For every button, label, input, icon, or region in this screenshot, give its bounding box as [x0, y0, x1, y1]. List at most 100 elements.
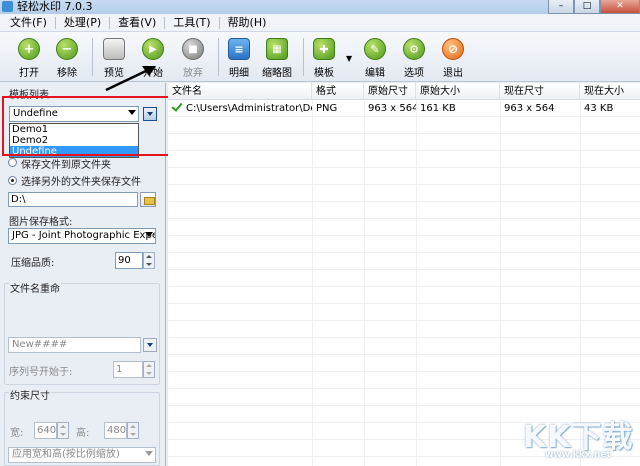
seq-start-label: 序列号开始于:: [9, 367, 73, 378]
remove-button[interactable]: − 移除: [56, 35, 78, 79]
format-label: 图片保存格式:: [9, 217, 73, 228]
stop-icon: ■: [182, 38, 204, 60]
detail-view-button[interactable]: ≡ 明细: [228, 35, 250, 79]
rename-pattern-dropdown[interactable]: [143, 338, 157, 352]
rename-title: 文件名重命: [9, 280, 61, 295]
quality-label: 压缩品质:: [11, 258, 55, 269]
save-other-label: 选择另外的文件夹保存文件: [21, 177, 141, 188]
thumbnail-view-button[interactable]: ▦ 缩略图: [262, 35, 292, 79]
annotation-arrow: [105, 66, 156, 92]
maximize-button[interactable]: □: [574, 0, 600, 14]
rename-pattern-select[interactable]: New####: [8, 337, 141, 353]
menu-view[interactable]: 查看(V): [112, 14, 162, 32]
options-button[interactable]: ⚙ 选项: [403, 35, 425, 79]
column-header-format[interactable]: 格式: [312, 83, 364, 100]
check-icon: [172, 103, 183, 112]
grid-line: [312, 100, 313, 466]
original-bytes-cell: 161 KB: [420, 103, 456, 114]
column-header-original-size[interactable]: 原始尺寸: [364, 83, 416, 100]
resize-mode-value: 应用宽和高(按比例缩放): [12, 449, 120, 460]
menu-file[interactable]: 文件(F): [4, 14, 53, 32]
column-header-original-bytes[interactable]: 原始大小: [416, 83, 500, 100]
save-other-radio[interactable]: [8, 176, 17, 185]
size-constraint-title: 约束尺寸: [9, 387, 51, 402]
options-label: 选项: [404, 68, 424, 79]
menu-help[interactable]: 帮助(H): [222, 14, 273, 32]
menu-divider: [218, 16, 220, 29]
toolbar-divider: [92, 38, 93, 76]
menu-divider: [54, 16, 56, 29]
abort-label: 放弃: [183, 68, 203, 79]
toolbar-divider: [218, 38, 219, 76]
exit-button[interactable]: ⊘ 退出: [442, 35, 464, 79]
abort-button[interactable]: ■ 放弃: [182, 35, 204, 79]
seq-start-input[interactable]: 1: [113, 361, 143, 378]
menu-process[interactable]: 处理(P): [58, 14, 107, 32]
height-stepper[interactable]: [127, 422, 139, 439]
file-list-header: 文件名 格式 原始尺寸 原始大小 现在尺寸 现在大小: [168, 83, 640, 100]
window-controls: – □ ✕: [548, 0, 640, 14]
chevron-down-icon: [145, 232, 153, 237]
grid-line: [416, 100, 417, 466]
seq-start-stepper[interactable]: [143, 361, 155, 378]
detail-label: 明细: [229, 68, 249, 79]
save-original-radio[interactable]: [8, 158, 17, 167]
folder-icon[interactable]: [140, 192, 156, 207]
chevron-down-icon: [145, 451, 153, 456]
format-cell: PNG: [316, 103, 338, 114]
pencil-icon: ✎: [364, 38, 386, 60]
menu-bar: 文件(F) 处理(P) 查看(V) 工具(T) 帮助(H): [0, 14, 640, 32]
table-row[interactable]: C:\Users\Administrator\Deskt... PNG 963 …: [168, 100, 640, 117]
open-button[interactable]: + 打开: [18, 35, 40, 79]
remove-label: 移除: [57, 68, 77, 79]
watermark-url: www.kkx.net: [545, 450, 611, 460]
minus-icon: −: [56, 38, 78, 60]
menu-divider: [109, 16, 111, 29]
column-header-filename[interactable]: 文件名: [168, 83, 312, 100]
file-list: 文件名 格式 原始尺寸 原始大小 现在尺寸 现在大小 C:\Users\Admi…: [168, 83, 640, 466]
grid-line: [364, 100, 365, 466]
minimize-button[interactable]: –: [548, 0, 574, 14]
height-label: 高:: [76, 428, 90, 439]
wrench-icon: ⚙: [403, 38, 425, 60]
watermark: KK下载 www.kkx.net: [515, 410, 640, 466]
save-path-input[interactable]: D:\: [8, 192, 138, 207]
close-button[interactable]: ✕: [600, 0, 640, 14]
list-view-icon: ≡: [228, 38, 250, 60]
height-input[interactable]: 480: [104, 422, 127, 439]
column-header-new-bytes[interactable]: 现在大小: [580, 83, 640, 100]
app-icon: [2, 1, 13, 12]
template-label: 模板: [314, 68, 334, 79]
format-select[interactable]: JPG - Joint Photographic Experts Gr: [8, 228, 156, 244]
quality-input[interactable]: 90: [115, 252, 143, 269]
template-button[interactable]: ✚ 模板: [313, 35, 335, 79]
preview-icon: [103, 38, 125, 60]
edit-button[interactable]: ✎ 编辑: [364, 35, 386, 79]
width-label: 宽:: [10, 428, 24, 439]
edit-label: 编辑: [365, 68, 385, 79]
resize-mode-select[interactable]: 应用宽和高(按比例缩放): [8, 447, 156, 463]
title-bar: 轻松水印 7.0.3 – □ ✕: [0, 0, 640, 14]
highlight-box: [2, 96, 170, 156]
width-stepper[interactable]: [57, 422, 69, 439]
save-original-label: 保存文件到原文件夹: [21, 160, 111, 171]
format-select-value: JPG - Joint Photographic Experts Gr: [12, 230, 155, 241]
template-dropdown-icon[interactable]: ▼: [346, 54, 352, 63]
column-header-new-size[interactable]: 现在尺寸: [500, 83, 580, 100]
exit-label: 退出: [443, 68, 463, 79]
grid-line: [500, 100, 501, 466]
toolbar: + 打开 − 移除 预览 ▶ 开始 ■ 放弃 ≡ 明细 ▦ 缩略图 ✚ 模板 ▼…: [0, 32, 640, 82]
width-input[interactable]: 640: [34, 422, 57, 439]
menu-tools[interactable]: 工具(T): [167, 14, 216, 32]
quality-stepper[interactable]: [143, 252, 155, 269]
plus-icon: +: [18, 38, 40, 60]
thumbnail-icon: ▦: [266, 38, 288, 60]
new-bytes-cell: 43 KB: [584, 103, 614, 114]
file-name-text: C:\Users\Administrator\Deskt...: [186, 103, 312, 114]
no-entry-icon: ⊘: [442, 38, 464, 60]
open-label: 打开: [19, 68, 39, 79]
new-size-cell: 963 x 564: [504, 103, 555, 114]
menu-divider: [164, 16, 166, 29]
thumbnail-label: 缩略图: [262, 68, 292, 79]
play-icon: ▶: [142, 38, 164, 60]
